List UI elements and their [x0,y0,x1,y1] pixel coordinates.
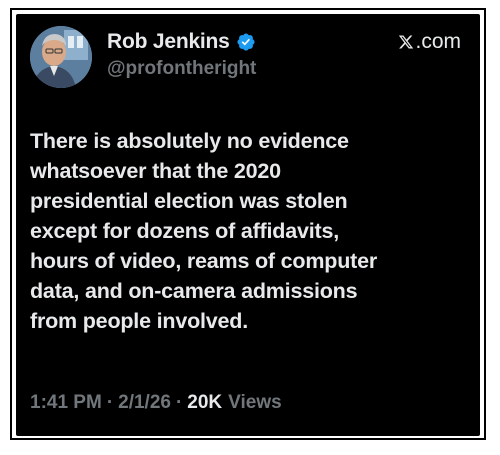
author-display-name[interactable]: Rob Jenkins [107,30,230,54]
post-date[interactable]: 2/1/26 [118,392,171,414]
post-text: There is absolutely no evidence whatsoev… [30,129,378,333]
brand-label: .com [398,30,461,54]
x-logo-icon [399,35,414,49]
avatar[interactable] [30,26,92,88]
author-name-row: Rob Jenkins [107,28,256,56]
views-label: Views [228,392,282,413]
meta-separator: · [175,392,183,413]
meta-separator: · [106,392,114,413]
post-time[interactable]: 1:41 PM [30,392,102,414]
avatar-photo [30,26,92,88]
author-handle[interactable]: @profontheright [107,58,256,80]
views-count: 20K [187,392,223,413]
post-meta: 1:41 PM · 2/1/26 · 20K Views [30,392,282,414]
post-card: Rob Jenkins @profontheright .com There i… [16,14,480,436]
brand-domain-text: .com [415,30,461,53]
verified-badge-icon [237,33,255,51]
